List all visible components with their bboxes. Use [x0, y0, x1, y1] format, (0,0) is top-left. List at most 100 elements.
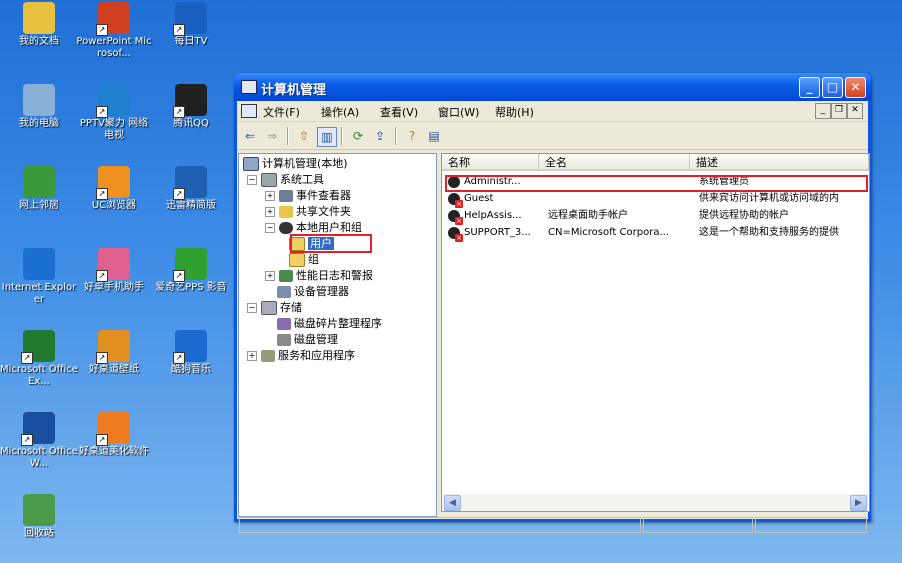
- menu-window[interactable]: 窗口(W): [438, 104, 479, 120]
- desktop-icon[interactable]: ↗ 每日TV: [152, 2, 230, 48]
- users-groups-icon: [279, 222, 293, 234]
- tree-groups[interactable]: 组: [289, 252, 319, 268]
- cell-name: HelpAssis...: [464, 210, 522, 221]
- disk-management-icon: [277, 334, 291, 346]
- desktop-icon[interactable]: ↗ 好卓手机助手: [75, 248, 153, 294]
- menu-help[interactable]: 帮助(H): [495, 104, 534, 120]
- tree-shared-folders[interactable]: + 共享文件夹: [265, 204, 351, 220]
- desktop-icon[interactable]: 网上邻居: [0, 166, 78, 212]
- system-tools-icon: [261, 173, 277, 187]
- expand-toggle[interactable]: +: [265, 207, 275, 217]
- folder-icon: [289, 253, 305, 267]
- desktop-icon[interactable]: 我的电脑: [0, 84, 78, 130]
- expand-toggle[interactable]: +: [247, 351, 257, 361]
- excel-icon: ↗: [21, 330, 55, 364]
- internet-explorer-icon: [23, 248, 55, 280]
- table-row[interactable]: × HelpAssis... 远程桌面助手帐户 提供远程协助的帐户: [442, 208, 869, 225]
- expand-toggle[interactable]: +: [265, 191, 275, 201]
- computer-management-icon: [241, 80, 257, 94]
- column-header-fullname[interactable]: 全名: [539, 154, 690, 171]
- expand-toggle[interactable]: +: [265, 271, 275, 281]
- desktop-icon[interactable]: Internet Explorer: [0, 248, 78, 306]
- shortcut-arrow-icon: ↗: [96, 24, 108, 36]
- cell-desc: 供来宾访问计算机或访问域的内: [699, 193, 839, 204]
- mdi-minimize-icon[interactable]: _: [815, 103, 831, 119]
- desktop-icon[interactable]: 我的文档: [0, 2, 78, 48]
- forward-arrow-icon[interactable]: ⇒: [263, 127, 281, 145]
- cell-name: SUPPORT_3...: [464, 227, 531, 238]
- column-header-name[interactable]: 名称: [442, 154, 539, 171]
- scroll-right-icon[interactable]: ▶: [850, 495, 867, 511]
- show-hide-tree-icon[interactable]: ▥: [317, 127, 337, 147]
- desktop-icon[interactable]: ↗ Microsoft Office W...: [0, 412, 78, 470]
- horizontal-scrollbar[interactable]: ◀ ▶: [441, 494, 870, 512]
- desktop-icon[interactable]: ↗ 爱奇艺PPS 影音: [152, 248, 230, 294]
- console-tree[interactable]: 计算机管理(本地) − 系统工具 + 事件查看器 + 共享文件夹 − 本地用户和组 用户…: [238, 153, 437, 517]
- shortcut-arrow-icon: ↗: [21, 352, 33, 364]
- refresh-icon[interactable]: ⟳: [349, 127, 367, 145]
- system-menu-icon[interactable]: [241, 104, 257, 118]
- defrag-icon: [277, 318, 291, 330]
- back-arrow-icon[interactable]: ⇐: [241, 127, 259, 145]
- window-title-bar[interactable]: 计算机管理 _ □ ✕: [234, 73, 871, 101]
- tree-disk-defragmenter[interactable]: 磁盘碎片整理程序: [277, 316, 382, 332]
- desktop-icon[interactable]: ↗ 腾讯QQ: [152, 84, 230, 130]
- menu-action[interactable]: 操作(A): [321, 104, 359, 120]
- qq-icon: ↗: [173, 84, 207, 118]
- desktop-icon[interactable]: ↗ 迅雷精简版: [152, 166, 230, 212]
- mdi-close-icon[interactable]: ✕: [847, 103, 863, 119]
- scroll-left-icon[interactable]: ◀: [444, 495, 461, 511]
- shortcut-arrow-icon: ↗: [21, 434, 33, 446]
- desktop-icon-label: 网上邻居: [19, 200, 59, 211]
- shortcut-arrow-icon: ↗: [173, 24, 185, 36]
- shortcut-arrow-icon: ↗: [96, 270, 108, 282]
- uc-browser-icon: ↗: [96, 166, 130, 200]
- window-client-area: 文件(F) 操作(A) 查看(V) 窗口(W) 帮助(H) _ ❐ ✕ ⇐ ⇒ …: [237, 101, 870, 533]
- export-list-icon[interactable]: ⇪: [371, 127, 389, 145]
- desktop-icon[interactable]: ↗ PowerPoint Microsof...: [75, 2, 153, 60]
- column-header-description[interactable]: 描述: [690, 154, 869, 171]
- highlight-box-users: [290, 234, 372, 253]
- maximize-button[interactable]: □: [822, 77, 843, 98]
- desktop-icon-label: 爱奇艺PPS 影音: [155, 282, 227, 293]
- menu-view[interactable]: 查看(V): [380, 104, 418, 120]
- mdi-restore-icon[interactable]: ❐: [831, 103, 847, 119]
- tree-disk-management[interactable]: 磁盘管理: [277, 332, 338, 348]
- minimize-button[interactable]: _: [799, 77, 820, 98]
- tree-root[interactable]: 计算机管理(本地): [243, 156, 348, 172]
- desktop-icon[interactable]: 回收站: [0, 494, 78, 540]
- desktop-icon[interactable]: ↗ 好桌道壁纸: [75, 330, 153, 376]
- menu-file[interactable]: 文件(F): [263, 104, 300, 120]
- collapse-toggle[interactable]: −: [265, 223, 275, 233]
- collapse-toggle[interactable]: −: [247, 303, 257, 313]
- desktop-icon[interactable]: ↗ 酷狗音乐: [152, 330, 230, 376]
- disabled-x-icon: ×: [455, 200, 463, 208]
- tree-performance-logs[interactable]: + 性能日志和警报: [265, 268, 373, 284]
- user-list[interactable]: 名称 全名 描述 Administr... 系统管理员 × Guest 供来宾访问计算机…: [441, 153, 870, 496]
- tree-device-manager[interactable]: 设备管理器: [277, 284, 349, 300]
- beautify-app-icon: ↗: [96, 412, 130, 446]
- event-viewer-icon: [279, 190, 293, 202]
- cell-desc: 提供远程协助的帐户: [699, 210, 789, 221]
- desktop-icon[interactable]: ↗ Microsoft Office Ex...: [0, 330, 78, 388]
- table-row[interactable]: × SUPPORT_3... CN=Microsoft Corpora... 这是一个…: [442, 225, 869, 242]
- highlight-box-administrator: [445, 175, 868, 192]
- desktop-icon[interactable]: ↗ PPTV聚力 网络电视: [75, 84, 153, 142]
- tree-storage[interactable]: − 存储: [247, 300, 302, 316]
- tree-services-apps[interactable]: + 服务和应用程序: [247, 348, 355, 364]
- desktop-icon[interactable]: ↗ UC浏览器: [75, 166, 153, 212]
- tree-event-viewer[interactable]: + 事件查看器: [265, 188, 351, 204]
- desktop-icon-label: UC浏览器: [91, 200, 137, 211]
- up-folder-icon[interactable]: ⇧: [295, 127, 313, 145]
- tree-system-tools[interactable]: − 系统工具: [247, 172, 324, 188]
- pptv-icon: ↗: [96, 84, 130, 118]
- desktop-icon-label: Microsoft Office Ex...: [0, 364, 78, 387]
- disabled-x-icon: ×: [455, 217, 463, 225]
- properties-icon[interactable]: ▤: [425, 127, 443, 145]
- shortcut-arrow-icon: ↗: [96, 188, 108, 200]
- close-button[interactable]: ✕: [845, 77, 866, 98]
- help-icon[interactable]: ?: [403, 127, 421, 145]
- table-row[interactable]: × Guest 供来宾访问计算机或访问域的内: [442, 191, 869, 208]
- desktop-icon[interactable]: ↗ 好桌道美化软件: [75, 412, 153, 458]
- collapse-toggle[interactable]: −: [247, 175, 257, 185]
